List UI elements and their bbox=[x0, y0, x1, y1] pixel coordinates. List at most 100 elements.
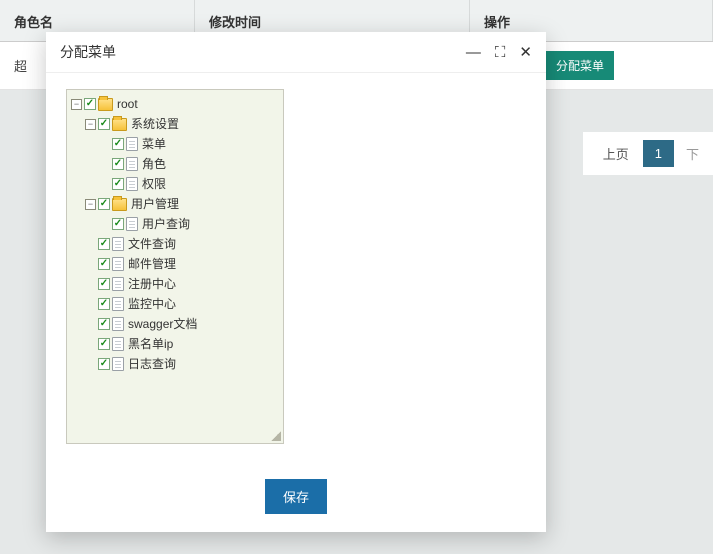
tree-checkbox[interactable]: ✓ bbox=[112, 158, 124, 170]
folder-icon bbox=[112, 118, 127, 131]
tree-node-label: 注册中心 bbox=[126, 275, 176, 293]
tree-checkbox[interactable]: ✓ bbox=[98, 118, 110, 130]
dialog-header: 分配菜单 — ⛶ ✕ bbox=[46, 32, 546, 73]
toggle-spacer bbox=[99, 179, 110, 190]
expand-toggle[interactable]: − bbox=[71, 99, 82, 110]
page-icon bbox=[112, 277, 124, 291]
tree-node-label: 邮件管理 bbox=[126, 255, 176, 273]
tree-node-label: 日志查询 bbox=[126, 355, 176, 373]
tree-node-row[interactable]: −✓ 系统设置 bbox=[85, 114, 279, 134]
tree-node-label: 用户查询 bbox=[140, 215, 190, 233]
tree-node: ✓ swagger文档 bbox=[85, 314, 279, 334]
page-icon bbox=[126, 177, 138, 191]
tree-node-row[interactable]: ✓ 监控中心 bbox=[85, 294, 279, 314]
page-icon bbox=[112, 317, 124, 331]
tree-node-row[interactable]: ✓权限 bbox=[99, 174, 279, 194]
tree-checkbox[interactable]: ✓ bbox=[98, 298, 110, 310]
toggle-spacer bbox=[99, 159, 110, 170]
tree-node-label: 菜单 bbox=[140, 135, 166, 153]
dialog-footer: 保存 bbox=[46, 467, 546, 532]
page-icon bbox=[112, 337, 124, 351]
tree-node: ✓ 注册中心 bbox=[85, 274, 279, 294]
tree-node: −✓系统设置✓菜单✓角色✓权限 bbox=[85, 114, 279, 194]
tree-checkbox[interactable]: ✓ bbox=[98, 198, 110, 210]
tree-checkbox[interactable]: ✓ bbox=[98, 238, 110, 250]
expand-toggle[interactable]: − bbox=[85, 199, 96, 210]
page-next[interactable]: 下 bbox=[678, 138, 707, 169]
tree-node: ✓ 角色 bbox=[99, 154, 279, 174]
expand-toggle[interactable]: − bbox=[85, 119, 96, 130]
folder-icon bbox=[112, 198, 127, 211]
page-icon bbox=[112, 237, 124, 251]
tree-node: ✓ 黑名单ip bbox=[85, 334, 279, 354]
tree-node-row[interactable]: ✓ 角色 bbox=[99, 154, 279, 174]
toggle-spacer bbox=[85, 239, 96, 250]
toggle-spacer bbox=[99, 139, 110, 150]
tree-node: ✓ 文件查询 bbox=[85, 234, 279, 254]
toggle-spacer bbox=[85, 299, 96, 310]
assign-menu-button[interactable]: 分配菜单 bbox=[546, 51, 614, 80]
tree-node-row[interactable]: ✓ 黑名单ip bbox=[85, 334, 279, 354]
tree-node-label: 系统设置 bbox=[129, 115, 179, 133]
toggle-spacer bbox=[85, 339, 96, 350]
tree-node: ✓权限 bbox=[99, 174, 279, 194]
page-icon bbox=[112, 297, 124, 311]
tree-checkbox[interactable]: ✓ bbox=[98, 278, 110, 290]
tree-checkbox[interactable]: ✓ bbox=[112, 178, 124, 190]
page-icon bbox=[126, 157, 138, 171]
pagination: 上页 1 下 bbox=[583, 132, 713, 175]
tree-checkbox[interactable]: ✓ bbox=[98, 258, 110, 270]
toggle-spacer bbox=[85, 319, 96, 330]
tree-node-label: swagger文档 bbox=[126, 315, 197, 333]
tree-node: ✓ 菜单 bbox=[99, 134, 279, 154]
tree-node-row[interactable]: ✓ 菜单 bbox=[99, 134, 279, 154]
toggle-spacer bbox=[99, 219, 110, 230]
tree-node-row[interactable]: ✓ 邮件管理 bbox=[85, 254, 279, 274]
toggle-spacer bbox=[85, 259, 96, 270]
page-icon bbox=[126, 137, 138, 151]
toggle-spacer bbox=[85, 279, 96, 290]
page-icon bbox=[112, 357, 124, 371]
toggle-spacer bbox=[85, 359, 96, 370]
tree-node: ✓ 日志查询 bbox=[85, 354, 279, 374]
tree-node: −✓root−✓系统设置✓菜单✓角色✓权限−✓用户管理✓用户查询✓文件查询✓邮件… bbox=[71, 94, 279, 374]
tree-node-row[interactable]: ✓ 文件查询 bbox=[85, 234, 279, 254]
page-icon bbox=[112, 257, 124, 271]
folder-icon bbox=[98, 98, 113, 111]
tree-checkbox[interactable]: ✓ bbox=[98, 358, 110, 370]
tree-node-row[interactable]: −✓用户管理 bbox=[85, 194, 279, 214]
tree-node-label: 黑名单ip bbox=[126, 335, 173, 353]
tree-panel[interactable]: −✓root−✓系统设置✓菜单✓角色✓权限−✓用户管理✓用户查询✓文件查询✓邮件… bbox=[66, 89, 284, 444]
tree-node-label: 监控中心 bbox=[126, 295, 176, 313]
tree-checkbox[interactable]: ✓ bbox=[112, 138, 124, 150]
maximize-icon[interactable]: ⛶ bbox=[495, 44, 506, 61]
tree-checkbox[interactable]: ✓ bbox=[112, 218, 124, 230]
tree-node-label: 文件查询 bbox=[126, 235, 176, 253]
dialog-controls: — ⛶ ✕ bbox=[466, 43, 532, 61]
minimize-icon[interactable]: — bbox=[466, 44, 481, 61]
dialog-body: −✓root−✓系统设置✓菜单✓角色✓权限−✓用户管理✓用户查询✓文件查询✓邮件… bbox=[46, 73, 546, 467]
page-prev[interactable]: 上页 bbox=[593, 138, 639, 169]
tree-checkbox[interactable]: ✓ bbox=[98, 338, 110, 350]
close-icon[interactable]: ✕ bbox=[519, 43, 532, 61]
save-button[interactable]: 保存 bbox=[265, 479, 327, 514]
assign-menu-dialog: 分配菜单 — ⛶ ✕ −✓root−✓系统设置✓菜单✓角色✓权限−✓用户管理✓用… bbox=[46, 32, 546, 532]
dialog-title: 分配菜单 bbox=[60, 42, 116, 62]
tree-node: −✓用户管理✓用户查询 bbox=[85, 194, 279, 234]
tree-node-label: 角色 bbox=[140, 155, 166, 173]
page-icon bbox=[126, 217, 138, 231]
tree-node-row[interactable]: ✓ 日志查询 bbox=[85, 354, 279, 374]
tree-checkbox[interactable]: ✓ bbox=[84, 98, 96, 110]
menu-tree: −✓root−✓系统设置✓菜单✓角色✓权限−✓用户管理✓用户查询✓文件查询✓邮件… bbox=[71, 94, 279, 374]
tree-node-row[interactable]: ✓ 用户查询 bbox=[99, 214, 279, 234]
tree-checkbox[interactable]: ✓ bbox=[98, 318, 110, 330]
tree-node-row[interactable]: ✓ 注册中心 bbox=[85, 274, 279, 294]
resize-handle[interactable] bbox=[271, 431, 281, 441]
tree-node-label: root bbox=[115, 95, 138, 113]
tree-node-row[interactable]: ✓ swagger文档 bbox=[85, 314, 279, 334]
tree-node: ✓ 用户查询 bbox=[99, 214, 279, 234]
tree-node: ✓ 监控中心 bbox=[85, 294, 279, 314]
page-current[interactable]: 1 bbox=[643, 140, 674, 167]
tree-node: ✓ 邮件管理 bbox=[85, 254, 279, 274]
tree-node-row[interactable]: −✓ root bbox=[71, 94, 279, 114]
